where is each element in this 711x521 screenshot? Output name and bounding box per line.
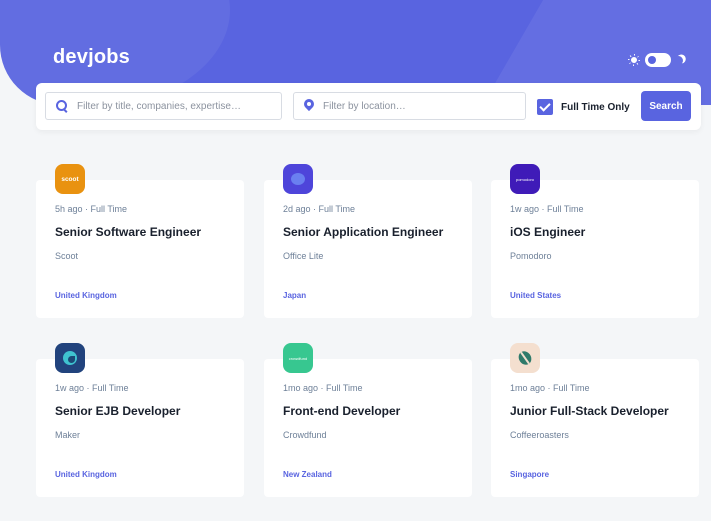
company-name: Scoot <box>55 251 79 261</box>
company-logo-text: pomodoro <box>515 176 534 182</box>
search-icon <box>56 100 68 112</box>
job-card[interactable]: 2d ago · Full Time Senior Application En… <box>264 164 472 318</box>
location-pin-icon <box>304 99 314 113</box>
job-location: United Kingdom <box>55 291 117 300</box>
job-location: New Zealand <box>283 470 332 479</box>
maker-logo-icon <box>63 351 77 365</box>
site-logo[interactable]: devjobs <box>53 46 130 69</box>
job-card[interactable]: scoot 5h ago · Full Time Senior Software… <box>36 164 244 318</box>
location-filter-field[interactable] <box>293 92 526 120</box>
job-meta: 1w ago · Full Time <box>55 383 129 393</box>
job-location: Singapore <box>510 470 550 479</box>
company-logo <box>283 164 313 194</box>
job-title[interactable]: Senior EJB Developer <box>55 404 180 418</box>
job-title[interactable]: iOS Engineer <box>510 225 585 239</box>
fulltime-filter[interactable]: Full Time Only <box>537 98 630 116</box>
moon-icon <box>673 55 683 65</box>
company-logo: crowdfund <box>283 343 313 373</box>
company-name: Office Lite <box>283 251 324 261</box>
job-card[interactable]: pomodoro 1w ago · Full Time iOS Engineer… <box>491 164 699 318</box>
job-location: United Kingdom <box>55 470 117 479</box>
theme-toggle[interactable] <box>628 52 690 68</box>
theme-switch[interactable] <box>645 53 671 67</box>
title-filter-input[interactable] <box>77 100 257 112</box>
job-title[interactable]: Front-end Developer <box>283 404 400 418</box>
job-meta: 5h ago · Full Time <box>55 204 128 214</box>
coffee-bean-icon <box>516 348 534 368</box>
job-meta: 1w ago · Full Time <box>510 204 584 214</box>
job-title[interactable]: Junior Full-Stack Developer <box>510 404 669 418</box>
company-logo <box>510 343 540 373</box>
job-meta: 1mo ago · Full Time <box>510 383 590 393</box>
job-card[interactable]: 1mo ago · Full Time Junior Full-Stack De… <box>491 343 699 497</box>
search-button[interactable]: Search <box>641 91 691 121</box>
job-title[interactable]: Senior Application Engineer <box>283 225 443 239</box>
search-bar: Full Time Only Search <box>36 83 701 130</box>
company-name: Coffeeroasters <box>510 430 569 440</box>
company-name: Pomodoro <box>510 251 552 261</box>
company-logo <box>55 343 85 373</box>
company-name: Crowdfund <box>283 430 327 440</box>
company-name: Maker <box>55 430 81 440</box>
job-location: Japan <box>283 291 307 300</box>
sun-icon <box>628 54 640 66</box>
location-filter-input[interactable] <box>323 100 503 112</box>
company-logo-text: crowdfund <box>288 355 308 361</box>
job-title[interactable]: Senior Software Engineer <box>55 225 201 239</box>
job-card[interactable]: 1w ago · Full Time Senior EJB Developer … <box>36 343 244 497</box>
switch-knob <box>648 56 656 64</box>
company-logo: scoot <box>55 164 85 194</box>
job-meta: 2d ago · Full Time <box>283 204 356 214</box>
fulltime-label: Full Time Only <box>561 101 630 113</box>
job-location: United States <box>510 291 562 300</box>
office-lite-logo-icon <box>291 173 305 185</box>
title-filter-field[interactable] <box>45 92 282 120</box>
fulltime-checkbox[interactable] <box>537 99 553 115</box>
company-logo-text: scoot <box>61 175 79 183</box>
job-meta: 1mo ago · Full Time <box>283 383 363 393</box>
company-logo: pomodoro <box>510 164 540 194</box>
job-card[interactable]: crowdfund 1mo ago · Full Time Front-end … <box>264 343 472 497</box>
